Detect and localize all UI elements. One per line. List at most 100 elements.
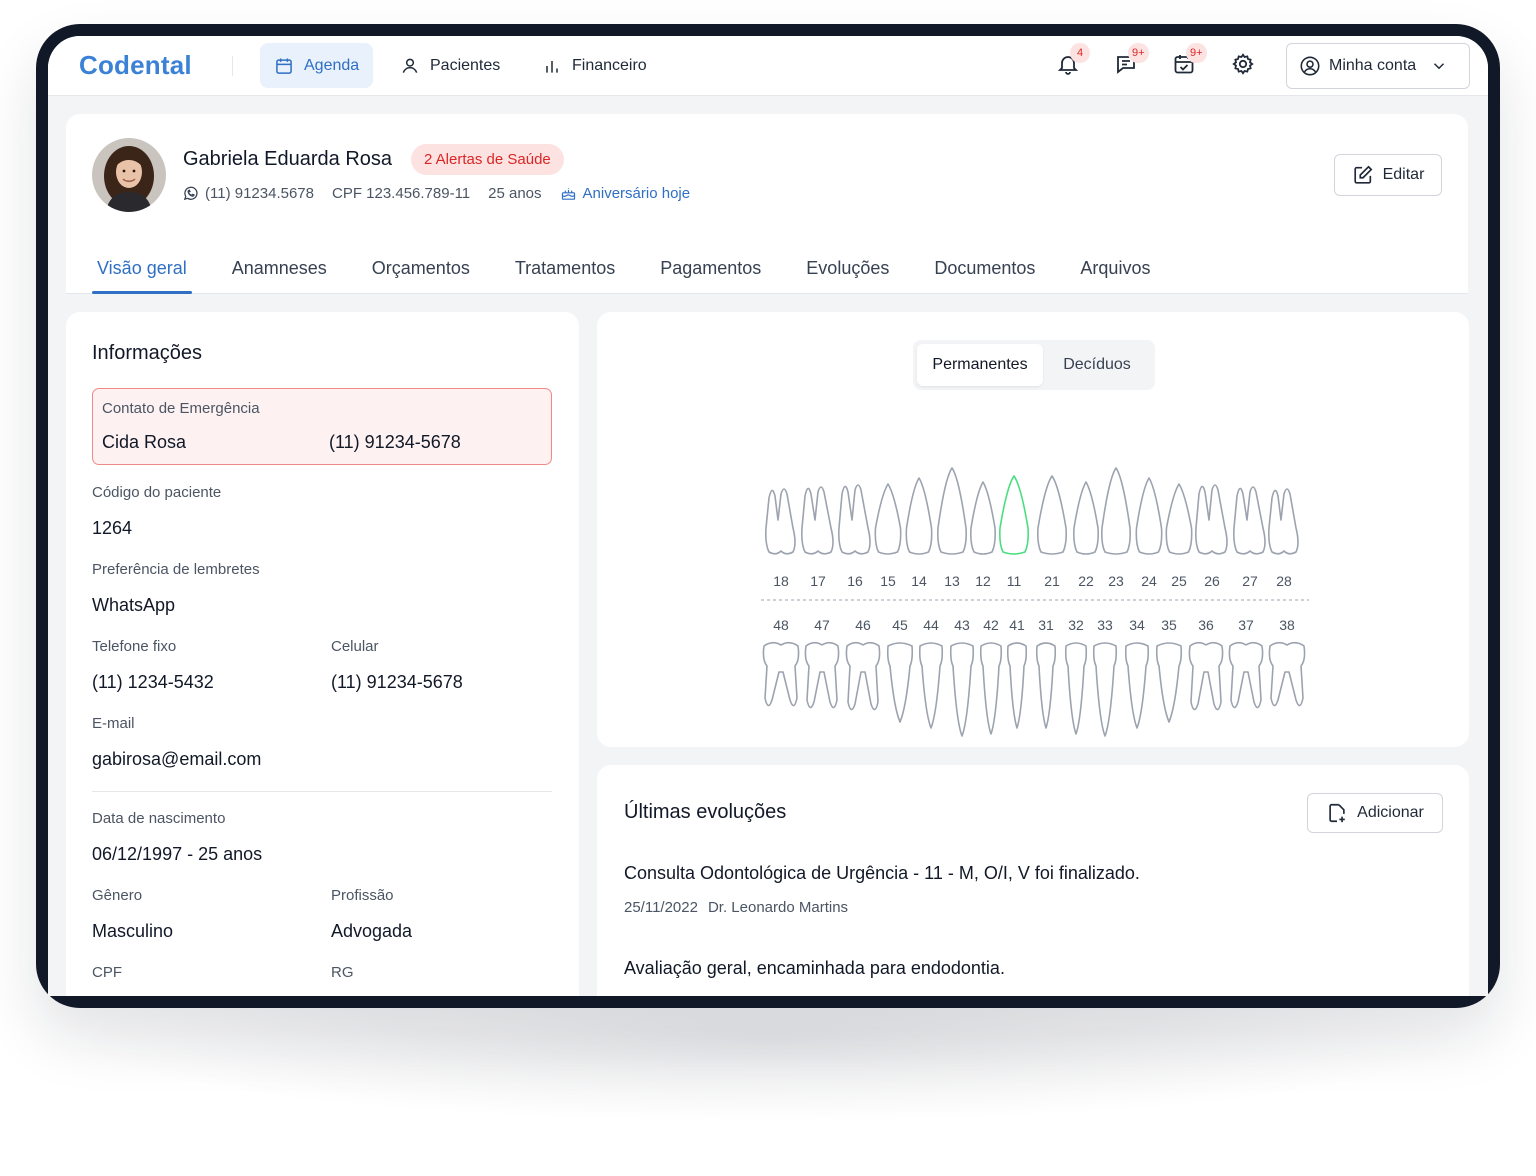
tooth-number-12: 12 [975,573,991,589]
cpf-label: CPF [92,964,122,981]
tab-arquivos[interactable]: Arquivos [1075,254,1155,294]
patient-header: Gabriela Eduarda Rosa 2 Alertas de Saúde… [66,114,1468,294]
tooth-number-44: 44 [923,617,939,633]
dentition-toggle: Permanentes Decíduos [913,340,1155,390]
reminder-pref-value: WhatsApp [92,595,176,615]
patient-phone: (11) 91234.5678 [205,185,314,202]
tab-pagamentos[interactable]: Pagamentos [655,254,766,294]
edit-icon [1353,165,1373,184]
nav-item-pacientes[interactable]: Pacientes [386,43,514,88]
emergency-label: Contato de Emergência [102,400,260,417]
tooth-35[interactable] [1155,642,1183,723]
edit-button[interactable]: Editar [1334,154,1442,196]
tooth-number-42: 42 [983,617,999,633]
patient-meta: (11) 91234.5678 CPF 123.456.789-11 25 an… [182,185,690,202]
tooth-number-38: 38 [1279,617,1295,633]
profession-value: Advogada [331,921,413,941]
emergency-phone: (11) 91234-5678 [329,432,461,452]
gender-value: Masculino [92,921,174,941]
odontogram-card: 18 17 16 15 14 13 12 11 21 22 23 24 25 26 27 28 48 47 46 45… [597,312,1469,747]
health-alerts-badge[interactable]: 2 Alertas de Saúde [411,144,564,175]
tooth-number-11: 11 [1007,573,1022,589]
tab-tratamentos[interactable]: Tratamentos [510,254,620,294]
tooth-number-33: 33 [1097,617,1113,633]
tooth-28[interactable] [1268,488,1299,555]
tooth-17[interactable] [801,486,834,555]
tooth-number-24: 24 [1141,573,1157,589]
tab-visao-geral[interactable]: Visão geral [92,254,192,294]
add-button-label: Adicionar [1357,804,1424,821]
landline-value: (11) 1234-5432 [92,672,214,692]
tab-evolucoes[interactable]: Evoluções [801,254,894,294]
tooth-number-14: 14 [911,573,927,589]
tooth-42[interactable] [979,642,1003,735]
tooth-46[interactable] [845,641,881,711]
tooth-15[interactable] [874,483,902,555]
tooth-21[interactable] [1037,475,1067,555]
toggle-permanentes[interactable]: Permanentes [917,344,1043,386]
account-menu-button[interactable]: Minha conta [1286,43,1470,89]
nav-item-label: Pacientes [430,56,501,74]
tooth-25[interactable] [1165,483,1193,555]
tooth-number-43: 43 [954,617,970,633]
tooth-44[interactable] [918,642,944,729]
tooth-number-13: 13 [944,573,960,589]
tasks-button[interactable]: 9+ [1172,43,1207,80]
evolution-title[interactable]: Avaliação geral, encaminhada para endodo… [624,958,1005,979]
info-divider [92,791,552,792]
toggle-deciduos[interactable]: Decíduos [1043,344,1151,386]
tooth-32[interactable] [1064,642,1088,735]
tooth-23[interactable] [1101,467,1131,555]
gear-icon [1232,53,1254,75]
birth-date-label: Data de nascimento [92,810,226,827]
tooth-31[interactable] [1035,642,1057,729]
tooth-13[interactable] [937,467,967,555]
tooth-47[interactable] [804,641,840,709]
emergency-name: Cida Rosa [102,432,187,452]
tooth-24[interactable] [1135,477,1163,555]
tab-documentos[interactable]: Documentos [929,254,1040,294]
tooth-36[interactable] [1188,641,1224,711]
tooth-34[interactable] [1124,642,1150,729]
messages-badge: 9+ [1128,43,1149,63]
notifications-button[interactable]: 4 [1056,43,1090,80]
tooth-37[interactable] [1228,641,1264,709]
whatsapp-icon [183,186,198,201]
app-logo[interactable]: Codental [79,50,192,81]
landline-label: Telefone fixo [92,638,177,655]
tooth-number-41: 41 [1009,617,1025,633]
tooth-26[interactable] [1195,484,1228,555]
messages-button[interactable]: 9+ [1114,43,1149,80]
patient-age: 25 anos [488,185,542,202]
tab-orcamentos[interactable]: Orçamentos [367,254,475,294]
evolution-title[interactable]: Consulta Odontológica de Urgência - 11 -… [624,863,1140,884]
tooth-14[interactable] [905,477,933,555]
tab-anamneses[interactable]: Anamneses [227,254,332,294]
tooth-18[interactable] [765,488,796,555]
tooth-45[interactable] [886,642,914,723]
tooth-number-26: 26 [1204,573,1220,589]
notifications-badge: 4 [1070,43,1090,63]
email-label: E-mail [92,715,135,732]
settings-button[interactable] [1231,52,1259,80]
tooth-11[interactable] [999,475,1029,555]
tooth-27[interactable] [1233,486,1266,555]
tasks-badge: 9+ [1186,43,1207,63]
tooth-22[interactable] [1073,481,1099,555]
tooth-48[interactable] [762,641,800,707]
bar-chart-icon [546,60,558,73]
nav-item-financeiro[interactable]: Financeiro [528,43,661,88]
tooth-12[interactable] [970,481,996,555]
tooth-16[interactable] [838,484,871,555]
patient-name: Gabriela Eduarda Rosa [183,148,393,170]
mobile-label: Celular [331,638,379,655]
tooth-38[interactable] [1268,641,1306,707]
tooth-number-32: 32 [1068,617,1084,633]
tooth-43[interactable] [949,642,975,737]
nav-item-label: Financeiro [572,56,647,74]
tooth-41[interactable] [1006,642,1028,729]
add-evolution-button[interactable]: Adicionar [1307,793,1443,833]
tooth-number-22: 22 [1078,573,1094,589]
tooth-33[interactable] [1092,642,1118,737]
nav-item-agenda[interactable]: Agenda [260,43,374,88]
